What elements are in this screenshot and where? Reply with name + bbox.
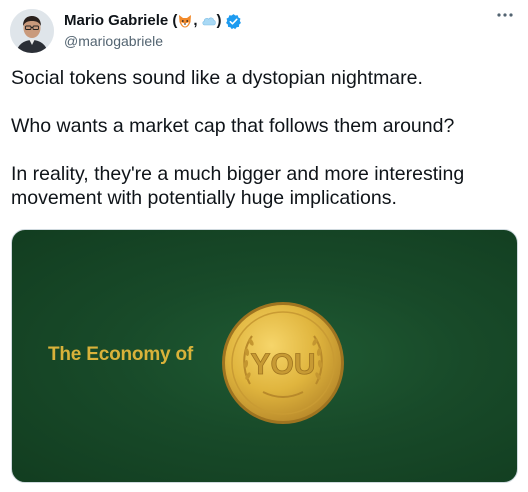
tweet-text: Social tokens sound like a dystopian nig… [11,66,519,210]
author-name-separator: , [193,12,198,29]
tweet-media-image[interactable]: The Economy of YOU [11,229,518,483]
tweet-paragraph: Who wants a market cap that follows them… [11,115,455,137]
avatar[interactable] [10,9,54,53]
avatar-portrait [10,9,54,53]
more-options-button[interactable] [494,6,516,24]
media-headline: The Economy of [48,344,193,365]
author-name-text: Mario Gabriele ( [64,12,178,29]
more-icon [497,13,513,17]
coin-icon: YOU [222,302,344,424]
coin-text: YOU [250,348,315,381]
fox-face-icon [177,13,193,29]
verified-badge-icon [225,13,242,30]
author-name[interactable]: Mario Gabriele ( , ) [64,12,242,30]
tweet-paragraph: In reality, they're a much bigger and mo… [11,163,465,209]
author-handle[interactable]: @mariogabriele [64,33,163,50]
cloud-icon [201,13,217,29]
author-name-suffix: ) [216,12,222,29]
tweet-paragraph: Social tokens sound like a dystopian nig… [11,67,423,89]
